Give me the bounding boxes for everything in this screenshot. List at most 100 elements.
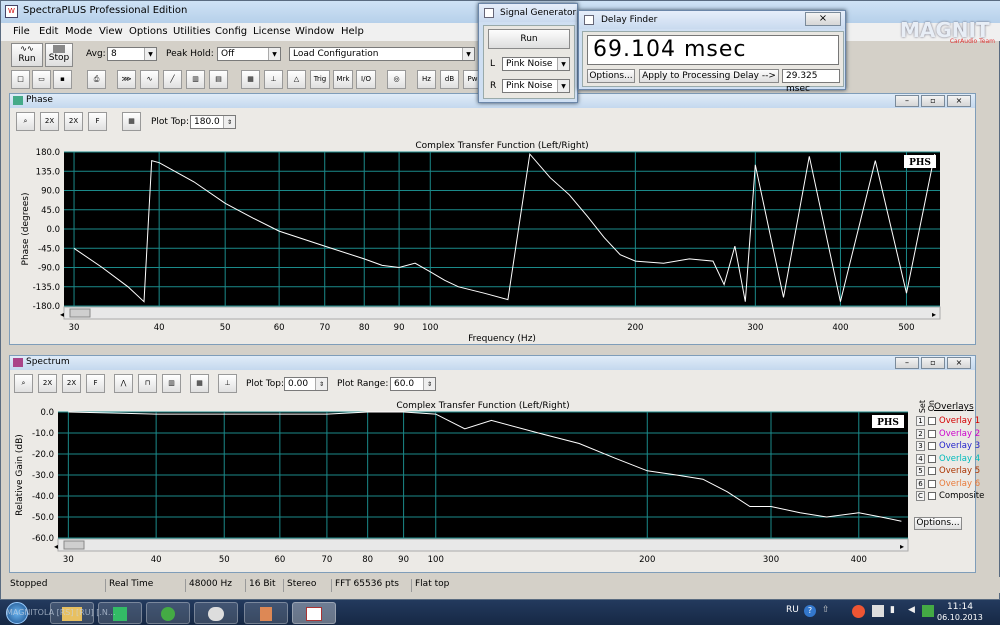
minimize-button[interactable]: –	[895, 95, 919, 107]
avg-select[interactable]: 8 ▼	[107, 47, 157, 61]
horizontal-scrollbar	[57, 538, 909, 552]
overlay-row[interactable]: 6 Overlay 6	[916, 478, 980, 491]
overlay-set-button[interactable]: 3	[916, 441, 925, 451]
panel-icon[interactable]: ▦	[241, 70, 260, 89]
octave-icon[interactable]: ⊓	[138, 374, 157, 393]
network-icon[interactable]: ▮	[890, 605, 902, 617]
bars-icon[interactable]: ▥	[162, 374, 181, 393]
plot-top-input[interactable]: 0.00 ⇕	[284, 377, 328, 391]
panel-icon[interactable]: ▦	[122, 112, 141, 131]
zoom-full-icon[interactable]: F	[86, 374, 105, 393]
overlay-options-button[interactable]: Options...	[914, 517, 962, 530]
zoom-in-2x-icon[interactable]: 2X	[40, 112, 59, 131]
overlay-row[interactable]: 2 Overlay 2	[916, 428, 980, 441]
zoom-out-2x-icon[interactable]: 2X	[62, 374, 81, 393]
panel-icon[interactable]: ▦	[190, 374, 209, 393]
volume-icon[interactable]: ◀	[908, 605, 920, 617]
menu-view[interactable]: View	[99, 26, 123, 37]
maximize-button[interactable]: ▫	[921, 357, 945, 369]
overlay-checkbox[interactable]	[928, 454, 936, 463]
run-button[interactable]: ∿∿ Run	[11, 43, 43, 67]
zoom-icon[interactable]: ⌕	[14, 374, 33, 393]
weight-icon[interactable]: △	[287, 70, 306, 89]
menu-config[interactable]: Config	[215, 26, 247, 37]
save-icon[interactable]: ▪	[53, 70, 72, 89]
apply-delay-button[interactable]: Apply to Processing Delay -->	[639, 69, 779, 83]
taskbar-sound[interactable]	[244, 602, 288, 624]
plot-top-value: 0.00	[288, 379, 309, 389]
3d-icon[interactable]: ▤	[209, 70, 228, 89]
spectrum-icon[interactable]: ⋙	[117, 70, 136, 89]
processing-delay-field[interactable]: 29.325 msec	[782, 69, 840, 94]
plot-top-input[interactable]: 180.0 ⇕	[190, 115, 236, 129]
waveform-icon[interactable]: ∿	[140, 70, 159, 89]
zoom-full-icon[interactable]: F	[88, 112, 107, 131]
overlay-row[interactable]: C Composite	[916, 491, 984, 503]
generator-run-button[interactable]: Run	[488, 29, 570, 49]
mrk-button[interactable]: Mrk	[333, 70, 353, 89]
zoom-out-2x-icon[interactable]: 2X	[64, 112, 83, 131]
overlay-row[interactable]: 5 Overlay 5	[916, 466, 980, 478]
new-icon[interactable]: □	[11, 70, 30, 89]
maximize-button[interactable]: ▫	[921, 95, 945, 107]
overlay-set-button[interactable]: 2	[916, 428, 925, 439]
flag-icon[interactable]	[872, 605, 884, 617]
phase-icon[interactable]: ╱	[163, 70, 182, 89]
peak-hold-select[interactable]: Off ▼	[217, 47, 281, 61]
overlay-row[interactable]: 1 Overlay 1	[916, 416, 980, 428]
overlay-checkbox[interactable]	[928, 492, 936, 500]
zoom-in-2x-icon[interactable]: 2X	[38, 374, 57, 393]
close-button[interactable]: ×	[947, 95, 971, 107]
close-button[interactable]: ×	[805, 12, 841, 26]
close-button[interactable]: ×	[947, 357, 971, 369]
menu-window[interactable]: Window	[295, 26, 334, 37]
hz-button[interactable]: Hz	[417, 70, 436, 89]
menu-mode[interactable]: Mode	[65, 26, 92, 37]
peak-icon[interactable]: ⋀	[114, 374, 133, 393]
overlay-set-button[interactable]: 5	[916, 466, 925, 476]
menu-help[interactable]: Help	[341, 26, 364, 37]
help-icon[interactable]: ?	[804, 605, 816, 617]
overlay-row[interactable]: 3 Overlay 3	[916, 441, 980, 453]
language-indicator[interactable]: RU	[786, 605, 799, 615]
overlay-checkbox[interactable]	[928, 429, 936, 438]
minimize-button[interactable]: –	[895, 357, 919, 369]
delay-options-button[interactable]: Options...	[587, 69, 635, 83]
zoom-icon[interactable]: ⌕	[16, 112, 35, 131]
opera-icon[interactable]	[852, 605, 865, 618]
taskbar-spectraplus[interactable]	[292, 602, 336, 624]
right-channel-select[interactable]: Pink Noise ▼	[502, 79, 570, 93]
overlay-set-button[interactable]: 4	[916, 453, 925, 464]
plot-range-input[interactable]: 60.0 ⇕	[390, 377, 436, 391]
open-icon[interactable]: ▭	[32, 70, 51, 89]
spectrogram-icon[interactable]: ▥	[186, 70, 205, 89]
overlay-set-button[interactable]: C	[916, 491, 925, 501]
left-channel-select[interactable]: Pink Noise ▼	[502, 57, 570, 71]
menu-options[interactable]: Options	[129, 26, 168, 37]
overlay-checkbox[interactable]	[928, 479, 936, 488]
plot-range-label: Plot Range:	[337, 379, 389, 389]
menu-license[interactable]: License	[253, 26, 291, 37]
taskbar-paint[interactable]	[194, 602, 238, 624]
trig-button[interactable]: Trig	[310, 70, 330, 89]
scale-icon[interactable]: ⊥	[218, 374, 237, 393]
overlay-checkbox[interactable]	[928, 467, 936, 475]
tray-app-icon[interactable]	[922, 605, 934, 617]
stop-button[interactable]: Stop	[45, 43, 73, 67]
taskbar-app[interactable]	[146, 602, 190, 624]
overlay-checkbox[interactable]	[928, 442, 936, 450]
db-button[interactable]: dB	[440, 70, 459, 89]
print-icon[interactable]: ⎙	[87, 70, 106, 89]
menu-utilities[interactable]: Utilities	[173, 26, 211, 37]
arrows-icon[interactable]: ⇧	[822, 605, 834, 617]
io-button[interactable]: I/O	[356, 70, 376, 89]
overlay-set-button[interactable]: 6	[916, 478, 925, 489]
overlay-set-button[interactable]: 1	[916, 416, 925, 426]
overlay-checkbox[interactable]	[928, 417, 936, 425]
overlay-row[interactable]: 4 Overlay 4	[916, 453, 980, 466]
menu-edit[interactable]: Edit	[39, 26, 58, 37]
menu-file[interactable]: File	[13, 26, 30, 37]
generator-icon[interactable]: ◎	[387, 70, 406, 89]
scale-icon[interactable]: ⊥	[264, 70, 283, 89]
configuration-select[interactable]: Load Configuration ▼	[289, 47, 475, 61]
